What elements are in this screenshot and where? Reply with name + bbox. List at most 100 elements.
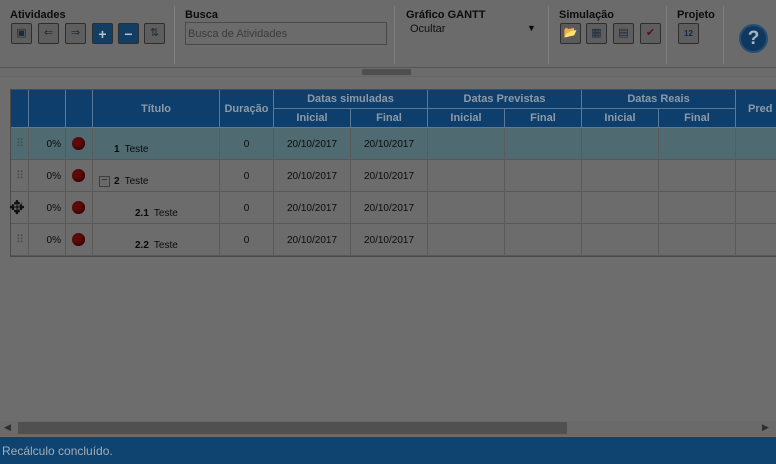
remove-activity-button[interactable]: −	[118, 23, 139, 44]
prev-end-cell[interactable]	[505, 192, 582, 224]
activity-title: Teste	[124, 175, 149, 187]
duration-cell[interactable]: 0	[220, 224, 274, 256]
header-titulo[interactable]: Título	[93, 90, 220, 128]
simulation-approve-button[interactable]: ✔	[640, 23, 661, 44]
header-duracao[interactable]: Duração	[220, 90, 274, 128]
search-input[interactable]	[185, 22, 387, 45]
folder-icon: 📂	[563, 27, 578, 39]
horizontal-scrollbar[interactable]: ◀ ▶	[0, 421, 776, 436]
progress-percent: 0%	[29, 128, 66, 160]
header-real-final[interactable]: Final	[659, 109, 736, 128]
header-prev-final[interactable]: Final	[505, 109, 582, 128]
drag-handle-icon[interactable]: ⠿	[11, 224, 29, 256]
duration-cell[interactable]: 0	[220, 128, 274, 160]
save-button[interactable]: ▣	[11, 23, 32, 44]
projeto-title: Projeto	[677, 9, 715, 21]
wbs-number: 2	[114, 175, 120, 187]
atividades-title: Atividades	[10, 9, 66, 21]
sim-end-cell[interactable]: 20/10/2017	[351, 128, 428, 160]
add-activity-button[interactable]: +	[92, 23, 113, 44]
toolbar: Atividades ▣ ⇐ ⇒ + − ⇅ Busca Gráfico GAN…	[0, 0, 776, 68]
prev-end-cell[interactable]	[505, 128, 582, 160]
duration-cell[interactable]: 0	[220, 160, 274, 192]
toolbar-divider	[666, 6, 667, 64]
sim-start-cell[interactable]: 20/10/2017	[274, 160, 351, 192]
arrow-right-icon: ⇒	[70, 27, 81, 39]
progress-percent: 0%	[29, 224, 66, 256]
activity-title: Teste	[153, 207, 178, 219]
status-indicator	[66, 128, 93, 160]
help-button[interactable]: ?	[739, 24, 768, 53]
scrollbar-thumb[interactable]	[18, 422, 567, 434]
title-cell[interactable]: −2 Teste	[93, 160, 220, 192]
minus-icon: −	[124, 25, 133, 42]
real-end-cell[interactable]	[659, 192, 736, 224]
sim-end-cell[interactable]: 20/10/2017	[351, 224, 428, 256]
sim-start-cell[interactable]: 20/10/2017	[274, 128, 351, 160]
collapse-icon[interactable]: −	[99, 175, 110, 187]
scroll-right-icon[interactable]: ▶	[762, 422, 769, 433]
scroll-left-icon[interactable]: ◀	[4, 422, 11, 433]
title-cell[interactable]: 2.1 Teste	[93, 192, 220, 224]
document-icon: ▤	[618, 27, 629, 39]
checkmark-icon: ✔	[645, 27, 656, 39]
splitter-handle[interactable]	[362, 69, 411, 75]
toolbar-divider	[394, 6, 395, 64]
table-icon: ▦	[591, 27, 602, 39]
sim-end-cell[interactable]: 20/10/2017	[351, 160, 428, 192]
indent-left-button[interactable]: ⇐	[38, 23, 59, 44]
real-end-cell[interactable]	[659, 128, 736, 160]
busca-group: Busca	[185, 0, 390, 68]
panel-splitter[interactable]	[0, 68, 776, 77]
header-datas-previstas: Datas Previstas	[428, 90, 582, 109]
table-row[interactable]: ⠿ 0% −2 Teste 0 20/10/2017 20/10/2017	[11, 160, 776, 192]
title-cell[interactable]: 2.2 Teste	[93, 224, 220, 256]
progress-percent: 0%	[29, 160, 66, 192]
table-row[interactable]: ⠿ 0% 2.1 Teste 0 20/10/2017 20/10/2017	[11, 192, 776, 224]
real-end-cell[interactable]	[659, 224, 736, 256]
sim-end-cell[interactable]: 20/10/2017	[351, 192, 428, 224]
sim-start-cell[interactable]: 20/10/2017	[274, 224, 351, 256]
drag-handle-icon[interactable]: ⠿	[11, 160, 29, 192]
title-cell[interactable]: 1 Teste	[93, 128, 220, 160]
prev-start-cell[interactable]	[428, 128, 505, 160]
table-row[interactable]: ⠿ 0% 2.2 Teste 0 20/10/2017 20/10/2017	[11, 224, 776, 256]
prev-end-cell[interactable]	[505, 160, 582, 192]
header-percent-col	[29, 90, 66, 128]
wbs-number: 2.2	[135, 239, 149, 251]
real-start-cell[interactable]	[582, 128, 659, 160]
gantt-select[interactable]: Ocultar ▼	[406, 20, 538, 38]
move-activity-button[interactable]: ⇅	[144, 23, 165, 44]
prev-start-cell[interactable]	[428, 224, 505, 256]
real-end-cell[interactable]	[659, 160, 736, 192]
prev-start-cell[interactable]	[428, 192, 505, 224]
prev-start-cell[interactable]	[428, 160, 505, 192]
open-simulation-button[interactable]: 📂	[560, 23, 581, 44]
table-row[interactable]: ⠿ 0% 1 Teste 0 20/10/2017 20/10/2017	[11, 128, 776, 160]
header-sim-final[interactable]: Final	[351, 109, 428, 128]
header-sim-inicial[interactable]: Inicial	[274, 109, 351, 128]
header-prev-inicial[interactable]: Inicial	[428, 109, 505, 128]
calendar-button[interactable]: 12	[678, 23, 699, 44]
simulation-doc-button[interactable]: ▤	[613, 23, 634, 44]
wbs-number: 2.1	[135, 207, 149, 219]
projeto-group: Projeto 12	[677, 0, 722, 68]
real-start-cell[interactable]	[582, 192, 659, 224]
status-indicator	[66, 160, 93, 192]
activities-grid: Título Duração Datas simuladas Datas Pre…	[10, 89, 776, 257]
header-predecessoras[interactable]: Pred	[736, 90, 776, 128]
save-icon: ▣	[16, 27, 27, 39]
prev-end-cell[interactable]	[505, 224, 582, 256]
header-real-inicial[interactable]: Inicial	[582, 109, 659, 128]
up-down-icon: ⇅	[149, 27, 160, 39]
real-start-cell[interactable]	[582, 160, 659, 192]
simulation-table-button[interactable]: ▦	[586, 23, 607, 44]
sim-start-cell[interactable]: 20/10/2017	[274, 192, 351, 224]
header-status-col	[66, 90, 93, 128]
real-start-cell[interactable]	[582, 224, 659, 256]
indent-right-button[interactable]: ⇒	[65, 23, 86, 44]
atividades-group: Atividades ▣ ⇐ ⇒ + − ⇅	[10, 0, 170, 68]
drag-handle-icon[interactable]: ⠿	[11, 128, 29, 160]
arrow-left-icon: ⇐	[43, 27, 54, 39]
duration-cell[interactable]: 0	[220, 192, 274, 224]
